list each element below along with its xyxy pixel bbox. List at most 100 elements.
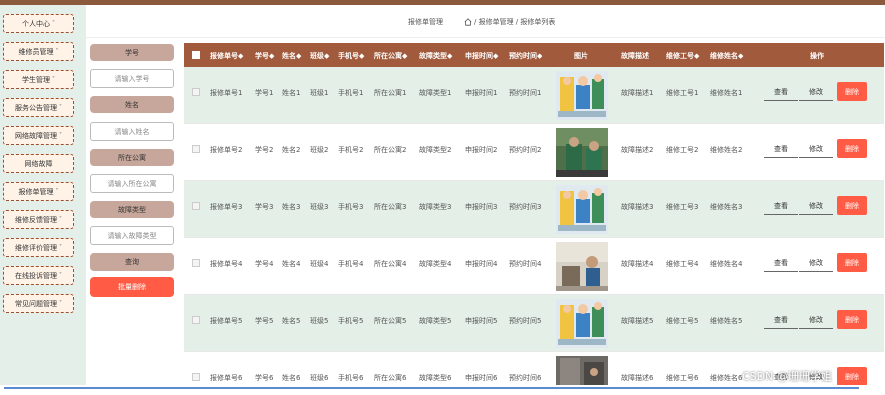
table-cell-wno: 维修工号2 [666, 146, 699, 154]
select-all-checkbox[interactable] [192, 51, 200, 59]
table-cell-cls: 班级4 [310, 260, 329, 268]
chevron-down-icon: ˅ [55, 188, 59, 195]
table-cell-apt: 所在公寓5 [374, 317, 407, 325]
column-header[interactable]: 所在公寓◆ [374, 51, 407, 61]
row-checkbox[interactable] [192, 145, 200, 153]
delete-button[interactable]: 删除 [837, 196, 867, 215]
sidebar: 个人中心 ˅ 维修员管理 ˅ 学生管理 ˅ 服务公告管理 ˅ 网络故障管理 ˅ 网络故障 … [0, 5, 86, 385]
sidebar-item-faq-management[interactable]: 常见问题管理 ˅ [3, 294, 74, 313]
row-checkbox[interactable] [192, 88, 200, 96]
horizontal-scrollbar[interactable] [0, 385, 885, 395]
table-cell-sid: 学号2 [255, 146, 274, 154]
table-cell-sid: 学号1 [255, 89, 274, 97]
table-cell-report: 申报时间2 [465, 146, 498, 154]
edit-button[interactable]: 修改 [799, 255, 833, 272]
sidebar-item-label: 网络故障 [24, 159, 53, 168]
repair-photo-image[interactable] [556, 356, 608, 385]
row-checkbox[interactable] [192, 259, 200, 267]
column-header: 图片 [574, 52, 588, 60]
sidebar-item-repairman-management[interactable]: 维修员管理 ˅ [3, 42, 74, 61]
table-cell-report: 申报时间5 [465, 317, 498, 325]
column-header[interactable]: 预约时间◆ [509, 51, 542, 61]
column-header[interactable]: 手机号◆ [338, 51, 364, 61]
row-checkbox[interactable] [192, 316, 200, 324]
scrollbar-track[interactable] [4, 387, 859, 389]
sidebar-item-label: 维修反馈管理 [15, 215, 57, 224]
delete-button[interactable]: 删除 [837, 82, 867, 101]
column-header[interactable]: 班级◆ [310, 51, 329, 61]
delete-button[interactable]: 删除 [837, 367, 867, 385]
sidebar-item-feedback-management[interactable]: 维修反馈管理 ˅ [3, 210, 74, 229]
table-cell-name: 姓名1 [282, 89, 301, 97]
column-header[interactable]: 故障类型◆ [419, 51, 452, 61]
home-icon[interactable] [464, 18, 472, 26]
view-button[interactable]: 查看 [764, 84, 798, 101]
edit-button[interactable]: 修改 [799, 141, 833, 158]
sidebar-item-repair-order-management[interactable]: 报修单管理 ˅ [3, 182, 74, 201]
view-button[interactable]: 查看 [764, 141, 798, 158]
table-cell-type: 故障类型5 [419, 317, 452, 325]
table-cell-name: 姓名4 [282, 260, 301, 268]
fault-type-input[interactable]: 请输入故障类型 [90, 226, 174, 245]
column-header[interactable]: 维修工号◆ [666, 51, 699, 61]
page-title: 报修单管理 [408, 18, 443, 26]
apartment-input[interactable]: 请输入所在公寓 [90, 174, 174, 193]
repair-photo-image[interactable] [556, 128, 608, 177]
table-row: 报修单号2 学号2 姓名2 班级2 手机号2 所在公寓2 故障类型2 申报时间2 预约时间2 故障… [184, 124, 884, 181]
sidebar-item-announcement-management[interactable]: 服务公告管理 ˅ [3, 98, 74, 117]
column-header[interactable]: 报修单号◆ [210, 51, 243, 61]
sidebar-item-evaluation-management[interactable]: 维修评价管理 ˅ [3, 238, 74, 257]
sidebar-item-student-management[interactable]: 学生管理 ˅ [3, 70, 74, 89]
name-input[interactable]: 请输入姓名 [90, 122, 174, 141]
repair-photo-image[interactable] [556, 242, 608, 291]
query-button[interactable]: 查询 [90, 253, 174, 271]
row-checkbox[interactable] [192, 202, 200, 210]
table-cell-wname: 维修姓名6 [710, 374, 743, 382]
column-header[interactable]: 申报时间◆ [465, 51, 498, 61]
edit-button[interactable]: 修改 [799, 84, 833, 101]
table-cell-name: 姓名6 [282, 374, 301, 382]
table-cell-sid: 学号5 [255, 317, 274, 325]
edit-button[interactable]: 修改 [799, 312, 833, 329]
table-cell-type: 故障类型4 [419, 260, 452, 268]
table-row: 报修单号1 学号1 姓名1 班级1 手机号1 所在公寓1 故障类型1 申报时间1 预约时间1 故障… [184, 67, 884, 124]
edit-button[interactable]: 修改 [799, 198, 833, 215]
table-row: 报修单号5 学号5 姓名5 班级5 手机号5 所在公寓5 故障类型5 申报时间5 预约时间5 故障… [184, 295, 884, 352]
sidebar-item-network-fault-management[interactable]: 网络故障管理 ˅ [3, 126, 74, 145]
column-header: 故障描述 [621, 52, 649, 60]
chevron-down-icon: ˅ [59, 216, 62, 223]
table-cell-phone: 手机号2 [338, 146, 364, 154]
table-cell-phone: 手机号3 [338, 203, 364, 211]
repair-photo-image[interactable] [556, 299, 608, 348]
view-button[interactable]: 查看 [764, 198, 798, 215]
table-cell-no: 报修单号4 [210, 260, 243, 268]
column-header[interactable]: 姓名◆ [282, 51, 301, 61]
view-button[interactable]: 查看 [764, 255, 798, 272]
column-header[interactable]: 学号◆ [255, 51, 274, 61]
table-cell-no: 报修单号1 [210, 89, 243, 97]
chevron-down-icon: ˅ [52, 76, 55, 83]
fault-type-label: 故障类型 [90, 201, 174, 218]
breadcrumb-path[interactable]: / 报修单管理 / 报修单列表 [474, 17, 555, 27]
table-cell-wname: 维修姓名4 [710, 260, 743, 268]
chevron-down-icon: ˅ [59, 272, 62, 279]
sidebar-item-personal-center[interactable]: 个人中心 ˅ [3, 14, 74, 33]
sidebar-item-network-fault[interactable]: 网络故障 [3, 154, 74, 173]
table-row: 报修单号3 学号3 姓名3 班级3 手机号3 所在公寓3 故障类型3 申报时间3 预约时间3 故障… [184, 181, 884, 238]
table-cell-wno: 维修工号4 [666, 260, 699, 268]
row-checkbox[interactable] [192, 373, 200, 381]
repair-photo-image[interactable] [556, 185, 608, 234]
repair-photo-image[interactable] [556, 71, 608, 120]
delete-button[interactable]: 删除 [837, 139, 867, 158]
delete-button[interactable]: 删除 [837, 253, 867, 272]
table-cell-desc: 故障描述5 [621, 317, 654, 325]
table-cell-wname: 维修姓名2 [710, 146, 743, 154]
view-button[interactable]: 查看 [764, 312, 798, 329]
sidebar-item-complaint-management[interactable]: 在线投诉管理 ˅ [3, 266, 74, 285]
delete-button[interactable]: 删除 [837, 310, 867, 329]
column-header[interactable]: 维修姓名◆ [710, 51, 743, 61]
student-no-input[interactable]: 请输入学号 [90, 69, 174, 88]
batch-delete-button[interactable]: 批量删除 [90, 277, 174, 297]
table-cell-report: 申报时间3 [465, 203, 498, 211]
table-cell-phone: 手机号6 [338, 374, 364, 382]
